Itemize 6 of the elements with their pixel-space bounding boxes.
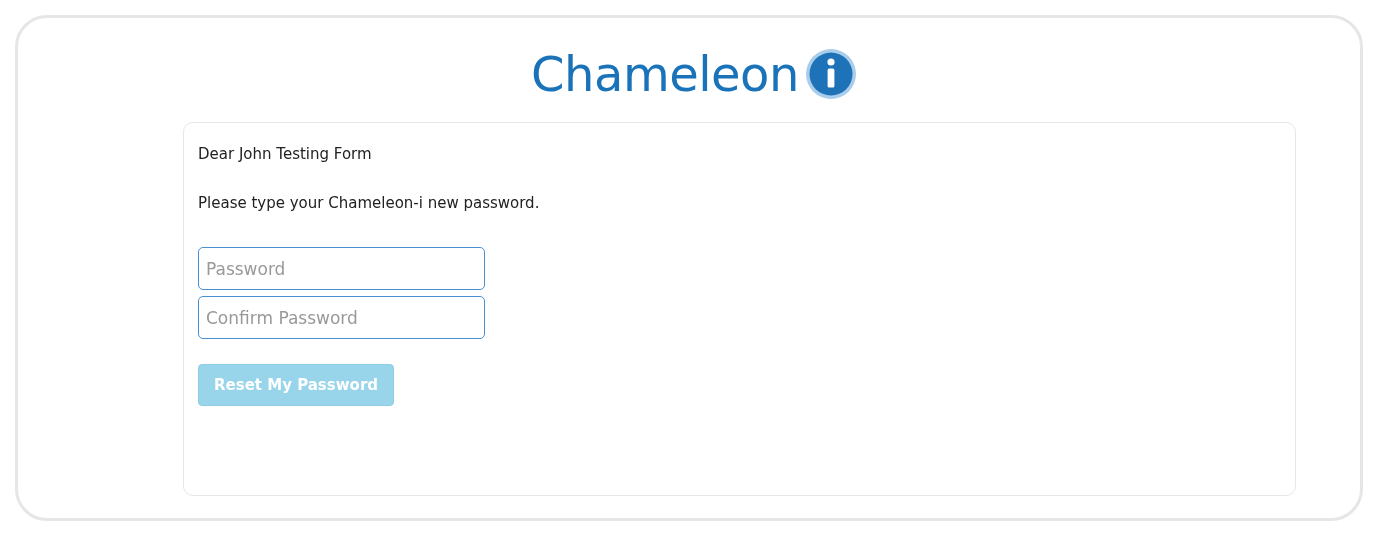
password-field[interactable]: Confirm Password	[198, 296, 485, 339]
info-icon	[804, 48, 857, 100]
greeting-text: Dear John Testing Form	[198, 144, 373, 165]
logo-text: Chameleon	[531, 50, 799, 98]
instruction-text: Please type your Chameleon-i new password.	[198, 193, 541, 214]
password-field[interactable]: Password	[198, 247, 485, 290]
